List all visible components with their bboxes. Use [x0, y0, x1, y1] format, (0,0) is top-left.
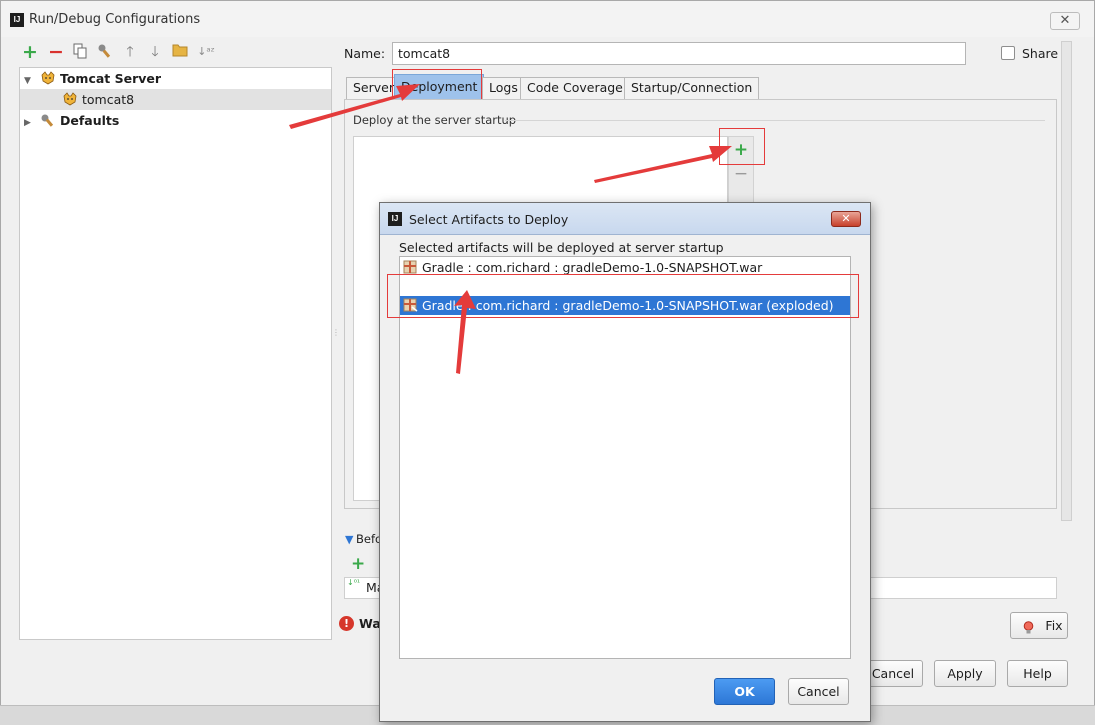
copy-icon[interactable]: [71, 43, 89, 61]
defaults-wrench-icon: [40, 112, 56, 127]
share-label: Share: [1022, 46, 1059, 61]
tab-logs[interactable]: Logs: [482, 77, 525, 99]
dialog-title: Select Artifacts to Deploy: [409, 212, 569, 227]
fix-button[interactable]: Fix: [1010, 612, 1068, 639]
select-artifacts-dialog: IJ Select Artifacts to Deploy ✕ Selected…: [379, 202, 871, 722]
apply-button[interactable]: Apply: [934, 660, 996, 687]
tree-item-tomcat-server[interactable]: ▼ Tomcat Server: [20, 68, 331, 89]
remove-icon[interactable]: −: [47, 43, 65, 62]
annotation-highlight-box: [387, 274, 859, 318]
intellij-logo-icon: IJ: [388, 212, 402, 226]
tomcat-icon: [40, 70, 56, 85]
tree-item-label: Defaults: [59, 113, 120, 128]
collapse-arrow-icon[interactable]: ▶: [24, 113, 36, 134]
section-separator: [505, 120, 1045, 121]
name-input[interactable]: tomcat8: [392, 42, 966, 65]
sort-icon[interactable]: ↓ᵃᶻ: [197, 43, 215, 61]
before-launch-toggle-icon[interactable]: ▼: [345, 533, 353, 546]
window-title: Run/Debug Configurations: [29, 12, 201, 27]
tomcat-icon: [62, 91, 78, 106]
dialog-description: Selected artifacts will be deployed at s…: [399, 240, 724, 255]
configuration-tree: ▼ Tomcat Server tomcat8 ▶ Defaults: [19, 67, 332, 640]
title-bar: IJ Run/Debug Configurations ✕: [1, 1, 1094, 37]
before-launch-add-icon[interactable]: +: [351, 554, 365, 574]
artifact-label: Gradle : com.richard : gradleDemo-1.0-SN…: [422, 260, 763, 275]
lightbulb-icon: [1023, 618, 1034, 634]
tab-startup-connection[interactable]: Startup/Connection: [624, 77, 760, 99]
move-down-icon[interactable]: 🡓: [146, 43, 164, 61]
tree-item-label: tomcat8: [81, 92, 135, 107]
tab-code-coverage[interactable]: Code Coverage: [520, 77, 630, 99]
config-toolbar: + − 🡑 🡓 ↓ᵃᶻ: [21, 43, 221, 63]
move-up-icon[interactable]: 🡑: [121, 43, 139, 61]
vertical-scrollbar[interactable]: [1061, 41, 1072, 521]
share-checkbox[interactable]: [1001, 46, 1015, 60]
warning-label: Wa: [359, 616, 381, 631]
help-button[interactable]: Help: [1007, 660, 1068, 687]
make-task-icon: ↓⁰¹: [347, 578, 361, 587]
intellij-logo-icon: IJ: [10, 13, 24, 27]
name-label: Name:: [344, 46, 386, 61]
remove-artifact-button[interactable]: −: [729, 162, 753, 186]
cancel-button[interactable]: Cancel: [863, 660, 923, 687]
dialog-title-bar: IJ Select Artifacts to Deploy ✕: [380, 203, 870, 235]
ok-button[interactable]: OK: [714, 678, 775, 705]
annotation-highlight-box: [719, 128, 765, 165]
tree-item-label: Tomcat Server: [59, 71, 162, 86]
window-close-button[interactable]: ✕: [1050, 12, 1080, 30]
fix-button-label: Fix: [1045, 618, 1063, 633]
edit-defaults-icon[interactable]: [96, 43, 114, 61]
folder-icon[interactable]: [171, 43, 189, 61]
war-artifact-icon: [403, 260, 418, 274]
dialog-close-button[interactable]: ✕: [831, 211, 861, 227]
deploy-section-label: Deploy at the server startup: [353, 113, 517, 127]
dialog-cancel-button[interactable]: Cancel: [788, 678, 849, 705]
tree-item-defaults[interactable]: ▶ Defaults: [20, 110, 331, 131]
splitter-handle[interactable]: ⋮: [332, 329, 340, 351]
add-icon[interactable]: +: [21, 43, 39, 62]
tree-item-tomcat8[interactable]: tomcat8: [20, 89, 331, 110]
warning-icon: !: [339, 616, 354, 631]
